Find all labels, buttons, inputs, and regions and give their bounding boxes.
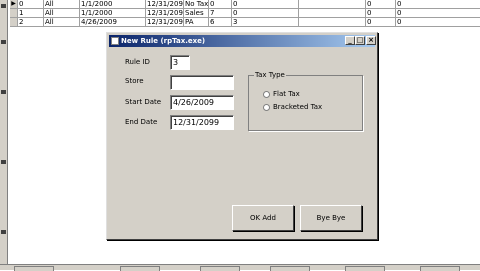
grid-cell[interactable]: 0 bbox=[366, 9, 396, 18]
flat-tax-option[interactable]: Flat Tax bbox=[263, 90, 300, 98]
bottom-tab-strip bbox=[0, 264, 480, 271]
grid-cell[interactable]: 12/31/2099 bbox=[146, 18, 184, 27]
grid-cell[interactable]: PA bbox=[184, 18, 209, 27]
toolbar-icon[interactable] bbox=[1, 90, 6, 94]
grid-row[interactable]: 2 All 4/26/2009 12/31/2099 PA 6 3 0 0 bbox=[10, 18, 480, 27]
grid-cell[interactable]: 0 bbox=[209, 0, 232, 9]
grid-cell[interactable]: 0 bbox=[396, 18, 480, 27]
tax-type-group: Tax Type Flat Tax Bracketed Tax bbox=[248, 71, 363, 131]
row-selector[interactable]: ▶ bbox=[10, 0, 18, 9]
store-field[interactable] bbox=[170, 75, 234, 90]
grid-cell[interactable] bbox=[299, 9, 366, 18]
bracketed-tax-label: Bracketed Tax bbox=[273, 103, 323, 111]
toolbar-icon[interactable] bbox=[1, 230, 6, 234]
start-date-field[interactable]: 4/26/2009 bbox=[170, 95, 234, 110]
grid-cell[interactable]: 7 bbox=[209, 9, 232, 18]
grid-cell[interactable]: 0 bbox=[18, 0, 44, 9]
grid-cell[interactable]: 0 bbox=[396, 9, 480, 18]
grid-cell[interactable] bbox=[299, 0, 366, 9]
minimize-button[interactable]: _ bbox=[345, 36, 355, 45]
grid-cell[interactable]: 0 bbox=[366, 18, 396, 27]
tax-type-legend: Tax Type bbox=[254, 71, 286, 79]
bottom-tab[interactable] bbox=[420, 266, 460, 271]
toolbar-icon[interactable] bbox=[1, 4, 6, 8]
grid-cell[interactable]: 12/31/2099 bbox=[146, 0, 184, 9]
maximize-button[interactable]: □ bbox=[355, 36, 365, 45]
grid-cell[interactable]: 2 bbox=[18, 18, 44, 27]
flat-tax-label: Flat Tax bbox=[273, 90, 300, 98]
end-date-field[interactable]: 12/31/2099 bbox=[170, 115, 234, 130]
grid-cell[interactable]: 12/31/2099 bbox=[146, 9, 184, 18]
grid-cell[interactable]: 0 bbox=[232, 9, 299, 18]
rules-grid: ▶ 0 All 1/1/2000 12/31/2099 No Tax 0 0 0… bbox=[10, 0, 480, 27]
bye-bye-button[interactable]: Bye Bye bbox=[300, 205, 362, 231]
row-selector[interactable] bbox=[10, 9, 18, 18]
grid-cell[interactable] bbox=[299, 18, 366, 27]
row-selector[interactable] bbox=[10, 18, 18, 27]
start-date-label: Start Date bbox=[125, 98, 162, 106]
rule-id-label: Rule ID bbox=[125, 58, 150, 66]
ok-add-button[interactable]: OK Add bbox=[232, 205, 294, 231]
grid-cell[interactable]: No Tax bbox=[184, 0, 209, 9]
grid-cell[interactable]: All bbox=[44, 0, 80, 9]
rule-id-field[interactable]: 3 bbox=[170, 55, 190, 70]
dialog-title: New Rule (rpTax.exe) bbox=[121, 37, 206, 45]
grid-cell[interactable]: 4/26/2009 bbox=[80, 18, 146, 27]
grid-cell[interactable]: 0 bbox=[232, 0, 299, 9]
bottom-tab[interactable] bbox=[120, 266, 160, 271]
grid-cell[interactable]: All bbox=[44, 9, 80, 18]
toolbar-icon[interactable] bbox=[1, 160, 6, 164]
bottom-tab[interactable] bbox=[14, 266, 54, 271]
grid-cell[interactable]: 1/1/2000 bbox=[80, 9, 146, 18]
bottom-tab[interactable] bbox=[200, 266, 240, 271]
grid-cell[interactable]: Sales bbox=[184, 9, 209, 18]
grid-cell[interactable]: 1 bbox=[18, 9, 44, 18]
left-toolbar bbox=[0, 0, 8, 270]
app-icon bbox=[111, 37, 119, 45]
grid-cell[interactable]: All bbox=[44, 18, 80, 27]
bracketed-tax-option[interactable]: Bracketed Tax bbox=[263, 103, 322, 111]
grid-row[interactable]: ▶ 0 All 1/1/2000 12/31/2099 No Tax 0 0 0… bbox=[10, 0, 480, 9]
new-rule-dialog: New Rule (rpTax.exe) _ □ × Rule ID 3 Sto… bbox=[106, 32, 378, 240]
toolbar-icon[interactable] bbox=[1, 40, 6, 44]
grid-cell[interactable]: 0 bbox=[396, 0, 480, 9]
grid-cell[interactable]: 1/1/2000 bbox=[80, 0, 146, 9]
store-label: Store bbox=[125, 77, 144, 85]
grid-cell[interactable]: 3 bbox=[232, 18, 299, 27]
dialog-titlebar[interactable]: New Rule (rpTax.exe) _ □ × bbox=[109, 35, 376, 47]
close-button[interactable]: × bbox=[366, 36, 376, 45]
grid-row[interactable]: 1 All 1/1/2000 12/31/2099 Sales 7 0 0 0 bbox=[10, 9, 480, 18]
grid-cell[interactable]: 6 bbox=[209, 18, 232, 27]
bracketed-tax-radio[interactable] bbox=[263, 103, 270, 111]
grid-cell[interactable]: 0 bbox=[366, 0, 396, 9]
end-date-label: End Date bbox=[125, 118, 158, 126]
bottom-tab[interactable] bbox=[270, 266, 310, 271]
bottom-tab[interactable] bbox=[345, 266, 385, 271]
flat-tax-radio[interactable] bbox=[263, 90, 270, 98]
